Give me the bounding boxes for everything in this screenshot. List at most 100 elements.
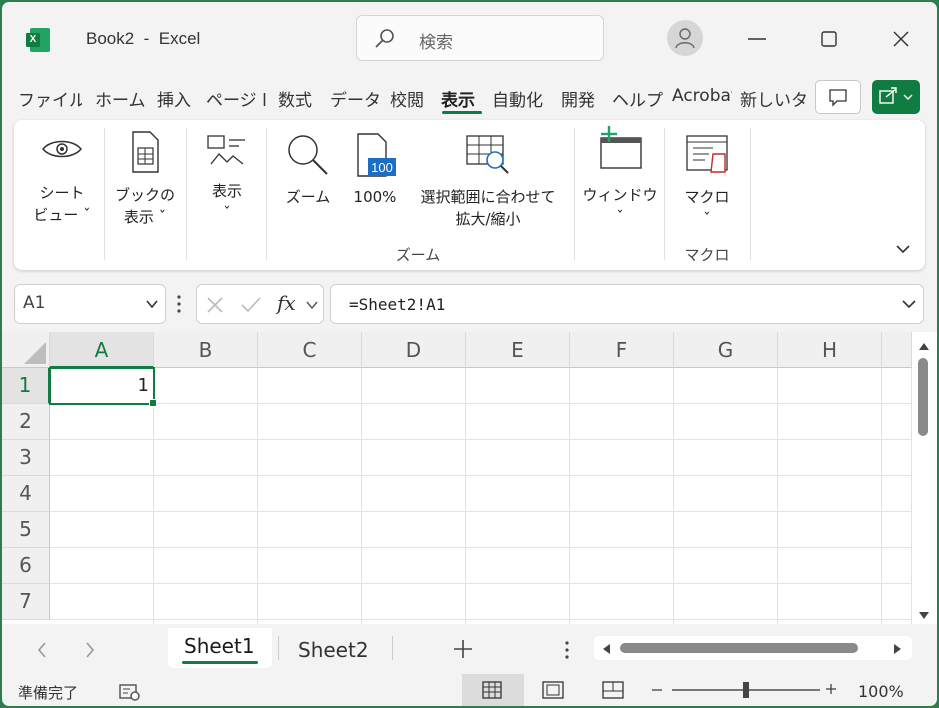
grid-cell[interactable] xyxy=(882,368,912,404)
chevron-left-icon[interactable] xyxy=(34,640,50,660)
tab-formulas[interactable]: 数式 xyxy=(278,86,320,111)
active-cell-a1[interactable]: 1 xyxy=(49,367,157,407)
horizontal-scrollbar[interactable] xyxy=(594,636,912,660)
add-sheet-icon[interactable] xyxy=(452,638,474,660)
column-header-d[interactable]: D xyxy=(362,332,466,368)
tab-new[interactable]: 新しいタ xyxy=(740,86,806,111)
grid-cell[interactable] xyxy=(258,512,362,548)
zoom-slider-thumb[interactable] xyxy=(743,682,749,698)
grid-cell[interactable] xyxy=(778,620,882,624)
minimize-button[interactable] xyxy=(740,22,774,56)
scroll-up-icon[interactable] xyxy=(917,340,931,352)
grid-cell[interactable] xyxy=(570,512,674,548)
account-avatar[interactable] xyxy=(667,20,703,56)
page-layout-view-icon[interactable] xyxy=(542,681,564,699)
row-header-1[interactable]: 1 xyxy=(2,368,50,404)
grid-cell[interactable] xyxy=(154,404,258,440)
grid-cell[interactable] xyxy=(882,584,912,620)
grid-cell[interactable] xyxy=(258,584,362,620)
grid-cell[interactable] xyxy=(570,476,674,512)
grid-cell[interactable] xyxy=(154,584,258,620)
sheet-options-icon[interactable] xyxy=(564,640,570,660)
grid-cell[interactable] xyxy=(258,476,362,512)
grid-cell[interactable] xyxy=(778,476,882,512)
grid-cell[interactable] xyxy=(466,404,570,440)
grid-cell[interactable] xyxy=(362,368,466,404)
grid-cell[interactable] xyxy=(362,440,466,476)
vertical-scroll-thumb[interactable] xyxy=(918,358,928,436)
grid-cell[interactable] xyxy=(50,620,154,624)
zoom-to-selection-button[interactable]: 選択範囲に合わせて 拡大/縮小 xyxy=(410,132,566,230)
grid-cell[interactable] xyxy=(154,368,258,404)
column-header-a[interactable]: A xyxy=(50,332,154,368)
enter-check-icon[interactable] xyxy=(239,295,263,315)
grid-cell[interactable] xyxy=(362,584,466,620)
normal-view-button[interactable] xyxy=(462,674,524,706)
tab-data[interactable]: データ xyxy=(330,86,382,111)
grid-cell[interactable] xyxy=(674,368,778,404)
grid-cell[interactable] xyxy=(674,512,778,548)
zoom-in-icon[interactable] xyxy=(824,682,838,696)
tab-insert[interactable]: 挿入 xyxy=(157,86,199,111)
column-header-c[interactable]: C xyxy=(258,332,362,368)
grid-cell[interactable] xyxy=(778,440,882,476)
grid-cell[interactable] xyxy=(882,620,912,624)
grid-cell[interactable] xyxy=(154,620,258,624)
grid-cell[interactable] xyxy=(362,620,466,624)
zoom-button[interactable]: ズーム xyxy=(278,132,338,208)
grid-cell[interactable] xyxy=(50,584,154,620)
grid-cell[interactable] xyxy=(778,548,882,584)
grid-cell[interactable] xyxy=(362,476,466,512)
grid-cell[interactable] xyxy=(50,476,154,512)
grid-cell[interactable] xyxy=(882,476,912,512)
grid-cell[interactable] xyxy=(154,548,258,584)
zoom-level[interactable]: 100% xyxy=(858,682,904,701)
grid-cell[interactable] xyxy=(258,404,362,440)
tab-developer[interactable]: 開発 xyxy=(561,86,603,111)
show-button[interactable]: 表示 ˇ xyxy=(192,132,262,224)
tab-view[interactable]: 表示 xyxy=(441,86,485,111)
column-header-partial[interactable] xyxy=(882,332,912,368)
grid-cell[interactable] xyxy=(466,620,570,624)
sheet-view-button[interactable]: シート ビュー ˇ xyxy=(24,134,100,226)
column-header-e[interactable]: E xyxy=(466,332,570,368)
grid-cell[interactable] xyxy=(466,512,570,548)
grid-cell[interactable] xyxy=(570,404,674,440)
grid-cell[interactable] xyxy=(466,476,570,512)
tab-help[interactable]: ヘルプ xyxy=(612,86,666,111)
close-button[interactable] xyxy=(884,22,918,56)
chevron-right-icon[interactable] xyxy=(82,640,98,660)
scroll-right-icon[interactable] xyxy=(892,642,904,656)
grid-cell[interactable] xyxy=(362,548,466,584)
grid-cell[interactable] xyxy=(882,404,912,440)
grid-cell[interactable] xyxy=(882,548,912,584)
grid-cell[interactable] xyxy=(674,548,778,584)
grid-cell[interactable] xyxy=(882,440,912,476)
insert-function-icon[interactable]: fx xyxy=(277,291,296,315)
grid-cell[interactable] xyxy=(674,476,778,512)
grid-cell[interactable] xyxy=(674,404,778,440)
column-header-h[interactable]: H xyxy=(778,332,882,368)
grid-cell[interactable] xyxy=(882,512,912,548)
macros-button[interactable]: マクロ ˇ xyxy=(672,132,742,230)
column-header-b[interactable]: B xyxy=(154,332,258,368)
tab-acrobat[interactable]: Acrobat xyxy=(672,86,732,106)
grid-cell[interactable] xyxy=(154,440,258,476)
grid-cell[interactable] xyxy=(570,620,674,624)
grid-cell[interactable] xyxy=(778,404,882,440)
grid-cell[interactable] xyxy=(154,476,258,512)
horizontal-scroll-thumb[interactable] xyxy=(620,643,858,653)
fill-handle[interactable] xyxy=(149,399,157,407)
row-header-7[interactable]: 7 xyxy=(2,584,50,620)
grid-cell[interactable] xyxy=(466,548,570,584)
grid-cell[interactable] xyxy=(778,512,882,548)
grid-cell[interactable] xyxy=(50,512,154,548)
tab-file[interactable]: ファイル xyxy=(18,86,82,111)
grid-cell[interactable] xyxy=(362,404,466,440)
row-header-3[interactable]: 3 xyxy=(2,440,50,476)
row-header-6[interactable]: 6 xyxy=(2,548,50,584)
tab-review[interactable]: 校閲 xyxy=(390,86,432,111)
accessibility-icon[interactable] xyxy=(118,682,142,702)
expand-formula-icon[interactable] xyxy=(901,298,917,310)
collapse-ribbon-icon[interactable] xyxy=(894,242,912,256)
